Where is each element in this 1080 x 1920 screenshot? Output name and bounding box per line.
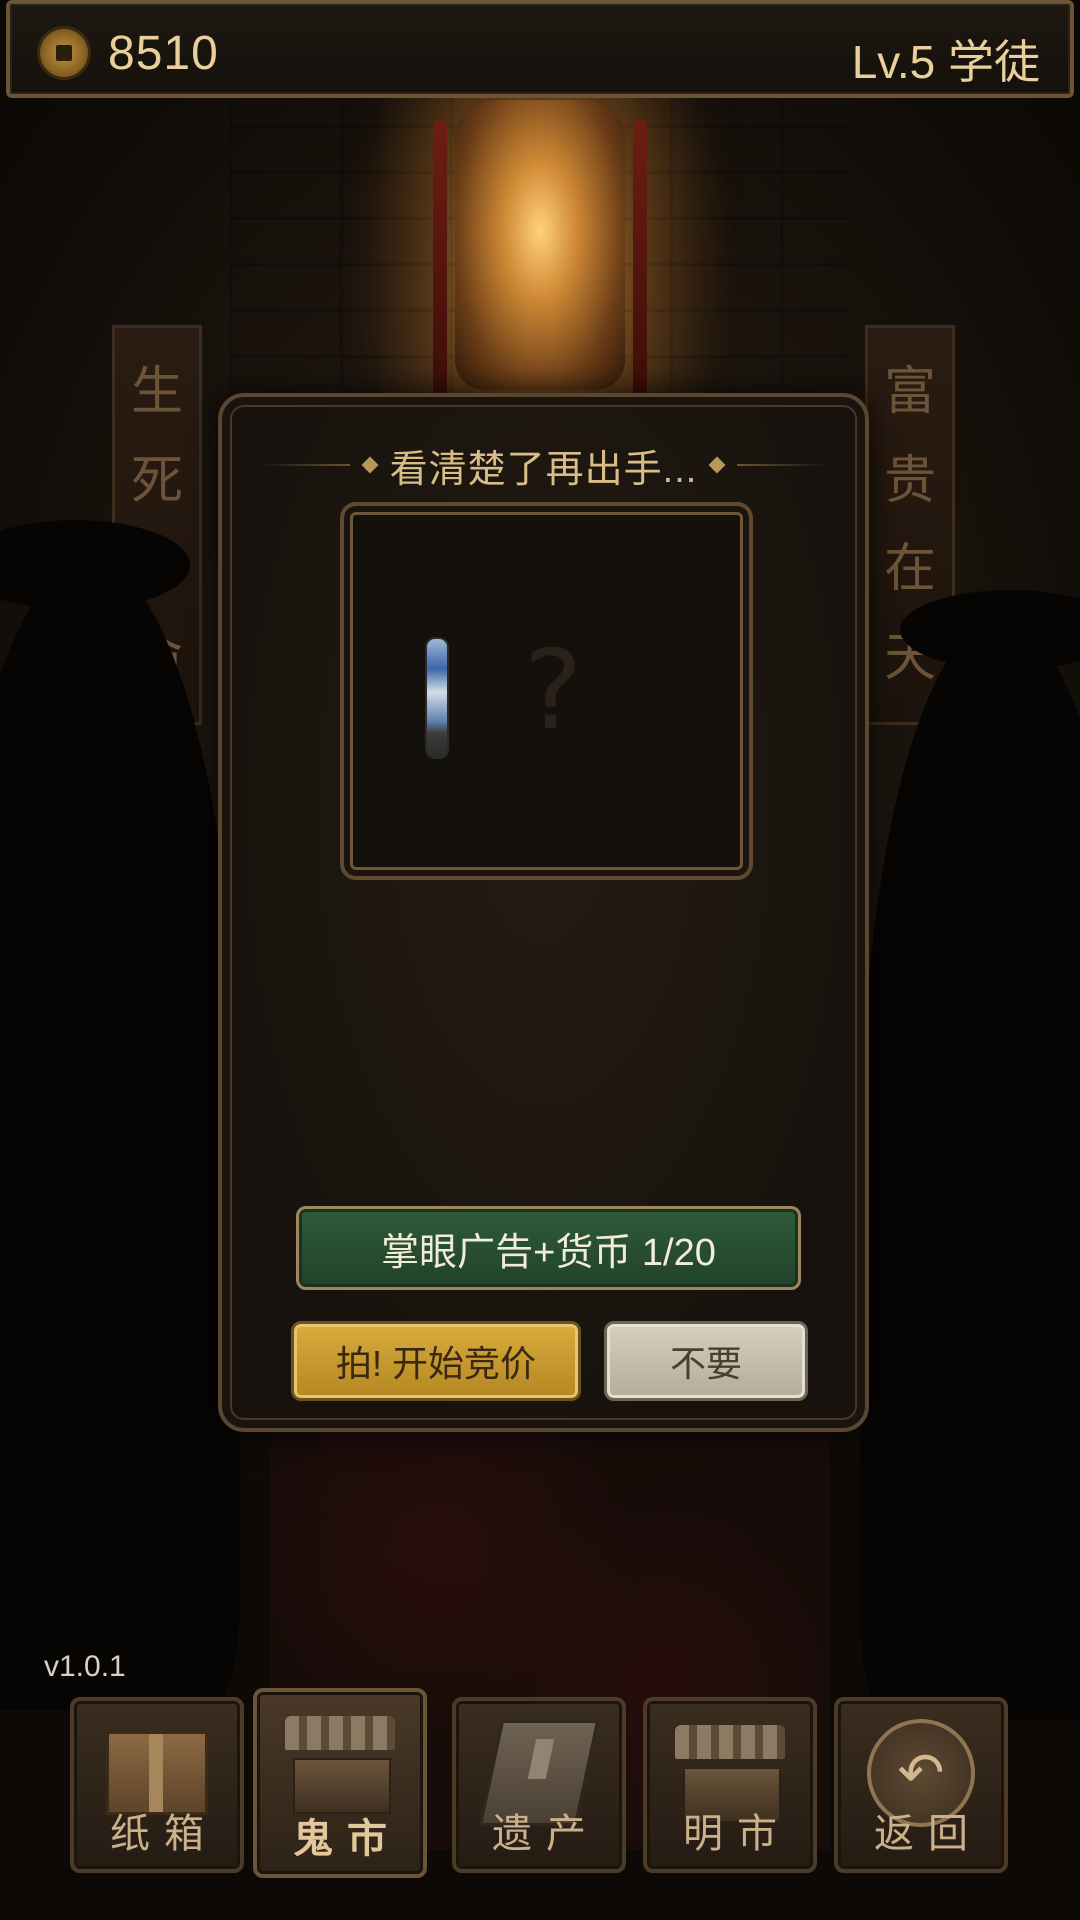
ghost-market-stall-icon (285, 1714, 395, 1814)
copper-coin-icon (40, 29, 88, 77)
top-status-bar: 8510 Lv.5 学徒 (6, 0, 1074, 98)
inspect-item-dialog: 看清楚了再出手... ? 掌眼广告+货币 1/20 拍! 开始竞价 不要 (218, 393, 869, 1432)
right-couplet: 富 贵 在 天 (865, 325, 955, 725)
couplet-char: 死 (130, 450, 183, 511)
nav-item-cardboard-box[interactable]: 纸箱 (70, 1697, 244, 1873)
nav-item-ghost-market[interactable]: 鬼市 (253, 1688, 427, 1878)
version-label: v1.0.1 (44, 1650, 126, 1683)
title-divider-right (737, 464, 828, 466)
diamond-ornament-icon (708, 456, 726, 474)
nav-item-legacy[interactable]: 遗产 (452, 1697, 626, 1873)
item-preview-frame: ? (340, 502, 753, 880)
reject-button[interactable]: 不要 (604, 1321, 808, 1401)
game-screen: 生 死 有 命 富 贵 在 天 8510 Lv.5 学徒 看清楚了再出手... … (0, 0, 1080, 1920)
unknown-question-mark: ? (524, 626, 583, 754)
couplet-char: 富 (883, 362, 936, 423)
title-divider-left (259, 464, 350, 466)
coin-balance: 8510 (108, 27, 219, 80)
diamond-ornament-icon (361, 456, 379, 474)
nav-label: 纸箱 (110, 1811, 218, 1857)
dialog-header: 看清楚了再出手... (222, 435, 865, 495)
nav-label: 遗产 (492, 1811, 600, 1857)
right-figure-silhouette (860, 620, 1080, 1720)
couplet-char: 贵 (883, 450, 936, 511)
nav-label: 返回 (874, 1811, 982, 1857)
porcelain-item-image (427, 639, 447, 757)
start-bidding-button[interactable]: 拍! 开始竞价 (291, 1321, 581, 1401)
nav-item-open-market[interactable]: 明市 (643, 1697, 817, 1873)
player-level: Lv.5 学徒 (851, 36, 1040, 88)
couplet-char: 在 (883, 539, 936, 600)
nav-label: 明市 (683, 1811, 791, 1857)
watch-ad-appraise-button[interactable]: 掌眼广告+货币 1/20 (296, 1206, 801, 1290)
hanging-lantern-image (433, 100, 647, 410)
nav-item-return[interactable]: ↶ 返回 (834, 1697, 1008, 1873)
couplet-char: 生 (130, 362, 183, 423)
dialog-title: 看清楚了再出手... (389, 448, 698, 491)
nav-label: 鬼市 (293, 1815, 401, 1862)
left-figure-silhouette (0, 560, 240, 1710)
